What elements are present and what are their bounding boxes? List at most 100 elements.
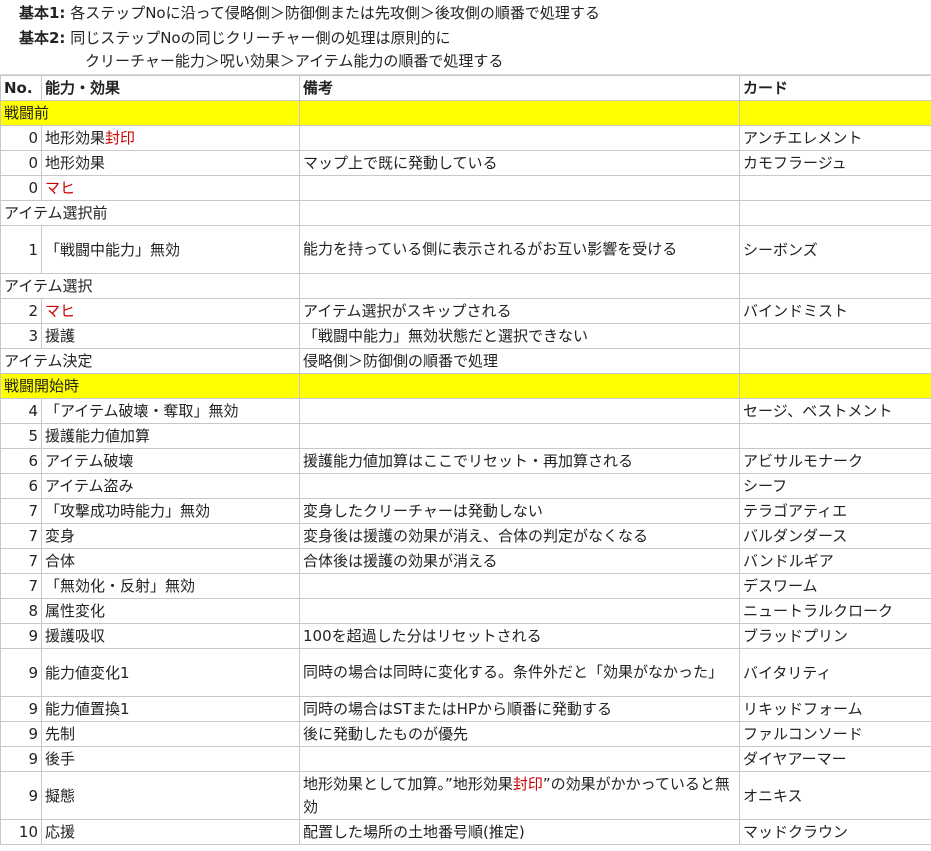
cell-card[interactable]: カモフラージュ (739, 150, 931, 176)
section-note[interactable]: 侵略側＞防御側の順番で処理 (299, 348, 740, 374)
cell-no[interactable]: 7 (0, 573, 42, 599)
cell-ability[interactable]: 能力値置換1 (41, 696, 300, 722)
cell-note[interactable]: 「戦闘中能力」無効状態だと選択できない (299, 323, 740, 349)
cell-ability[interactable]: 変身 (41, 523, 300, 549)
cell-note[interactable] (299, 398, 740, 424)
cell-note[interactable]: 同時の場合はSTまたはHPから順番に発動する (299, 696, 740, 722)
cell-card[interactable] (739, 423, 931, 449)
cell-no[interactable]: 9 (0, 696, 42, 722)
cell-card[interactable]: バルダンダース (739, 523, 931, 549)
cell-note[interactable] (299, 746, 740, 772)
cell-ability[interactable]: 地形効果 (41, 150, 300, 176)
cell-card[interactable]: バイタリティ (739, 648, 931, 697)
header-no[interactable]: No. (0, 75, 42, 101)
cell-note[interactable]: 変身後は援護の効果が消え、合体の判定がなくなる (299, 523, 740, 549)
section-label[interactable]: 戦闘前 (0, 100, 300, 126)
cell-card[interactable]: ニュートラルクローク (739, 598, 931, 624)
cell-note[interactable]: 合体後は援護の効果が消える (299, 548, 740, 574)
cell-no[interactable]: 9 (0, 721, 42, 747)
cell-card[interactable]: ブラッドプリン (739, 623, 931, 649)
cell-note[interactable]: 同時の場合は同時に変化する。条件外だと「効果がなかった」 (299, 648, 740, 697)
cell-ability[interactable]: アイテム盗み (41, 473, 300, 499)
cell-ability[interactable]: 「戦闘中能力」無効 (41, 225, 300, 274)
cell-note[interactable] (299, 125, 740, 151)
cell-no[interactable]: 2 (0, 298, 42, 324)
cell-note[interactable]: 後に発動したものが優先 (299, 721, 740, 747)
cell-card[interactable]: バンドルギア (739, 548, 931, 574)
cell-card[interactable] (739, 175, 931, 201)
cell-ability[interactable]: 能力値変化1 (41, 648, 300, 697)
section-note[interactable] (299, 373, 740, 399)
cell-card[interactable]: シーフ (739, 473, 931, 499)
cell-card[interactable]: ファルコンソード (739, 721, 931, 747)
cell-card[interactable]: ダイヤアーマー (739, 746, 931, 772)
cell-note[interactable]: 地形効果として加算。”地形効果封印”の効果がかかっていると無効 (299, 771, 740, 820)
section-label[interactable]: アイテム決定 (0, 348, 300, 374)
cell-no[interactable]: 7 (0, 548, 42, 574)
section-label[interactable]: アイテム選択前 (0, 200, 300, 226)
header-note[interactable]: 備考 (299, 75, 740, 101)
cell-no[interactable]: 9 (0, 623, 42, 649)
cell-ability[interactable]: 後手 (41, 746, 300, 772)
cell-card[interactable]: セージ、ベストメント (739, 398, 931, 424)
cell-no[interactable]: 0 (0, 175, 42, 201)
section-card[interactable] (739, 273, 931, 299)
cell-ability[interactable]: 応援 (41, 819, 300, 845)
cell-no[interactable]: 6 (0, 448, 42, 474)
cell-no[interactable]: 1 (0, 225, 42, 274)
cell-ability[interactable]: 「攻撃成功時能力」無効 (41, 498, 300, 524)
section-card[interactable] (739, 373, 931, 399)
section-note[interactable] (299, 100, 740, 126)
cell-no[interactable]: 0 (0, 150, 42, 176)
header-ability[interactable]: 能力・効果 (41, 75, 300, 101)
section-label[interactable]: アイテム選択 (0, 273, 300, 299)
section-label[interactable]: 戦闘開始時 (0, 373, 300, 399)
cell-card[interactable]: デスワーム (739, 573, 931, 599)
cell-ability[interactable]: 先制 (41, 721, 300, 747)
cell-note[interactable]: 能力を持っている側に表示されるがお互い影響を受ける (299, 225, 740, 274)
cell-ability[interactable]: アイテム破壊 (41, 448, 300, 474)
cell-no[interactable]: 9 (0, 771, 42, 820)
section-note[interactable] (299, 200, 740, 226)
cell-no[interactable]: 6 (0, 473, 42, 499)
cell-note[interactable]: 援護能力値加算はここでリセット・再加算される (299, 448, 740, 474)
cell-no[interactable]: 7 (0, 498, 42, 524)
cell-ability[interactable]: マヒ (41, 298, 300, 324)
cell-no[interactable]: 3 (0, 323, 42, 349)
cell-note[interactable]: 100を超過した分はリセットされる (299, 623, 740, 649)
cell-no[interactable]: 7 (0, 523, 42, 549)
cell-no[interactable]: 5 (0, 423, 42, 449)
cell-ability[interactable]: 援護吸収 (41, 623, 300, 649)
cell-card[interactable]: オニキス (739, 771, 931, 820)
cell-note[interactable]: 変身したクリーチャーは発動しない (299, 498, 740, 524)
cell-card[interactable]: シーボンズ (739, 225, 931, 274)
cell-note[interactable] (299, 573, 740, 599)
cell-note[interactable] (299, 423, 740, 449)
cell-ability[interactable]: 「無効化・反射」無効 (41, 573, 300, 599)
section-card[interactable] (739, 100, 931, 126)
cell-card[interactable]: アビサルモナーク (739, 448, 931, 474)
cell-card[interactable] (739, 323, 931, 349)
cell-ability[interactable]: 属性変化 (41, 598, 300, 624)
cell-ability[interactable]: マヒ (41, 175, 300, 201)
cell-note[interactable] (299, 175, 740, 201)
cell-no[interactable]: 0 (0, 125, 42, 151)
section-card[interactable] (739, 348, 931, 374)
cell-ability[interactable]: 「アイテム破壊・奪取」無効 (41, 398, 300, 424)
cell-note[interactable]: 配置した場所の土地番号順(推定) (299, 819, 740, 845)
section-card[interactable] (739, 200, 931, 226)
cell-no[interactable]: 9 (0, 746, 42, 772)
cell-card[interactable]: バインドミスト (739, 298, 931, 324)
cell-ability[interactable]: 地形効果封印 (41, 125, 300, 151)
cell-no[interactable]: 4 (0, 398, 42, 424)
cell-ability[interactable]: 合体 (41, 548, 300, 574)
cell-note[interactable]: マップ上で既に発動している (299, 150, 740, 176)
cell-card[interactable]: アンチエレメント (739, 125, 931, 151)
cell-ability[interactable]: 援護能力値加算 (41, 423, 300, 449)
cell-ability[interactable]: 援護 (41, 323, 300, 349)
cell-no[interactable]: 9 (0, 648, 42, 697)
cell-note[interactable] (299, 598, 740, 624)
cell-note[interactable]: アイテム選択がスキップされる (299, 298, 740, 324)
cell-card[interactable]: リキッドフォーム (739, 696, 931, 722)
cell-card[interactable]: マッドクラウン (739, 819, 931, 845)
